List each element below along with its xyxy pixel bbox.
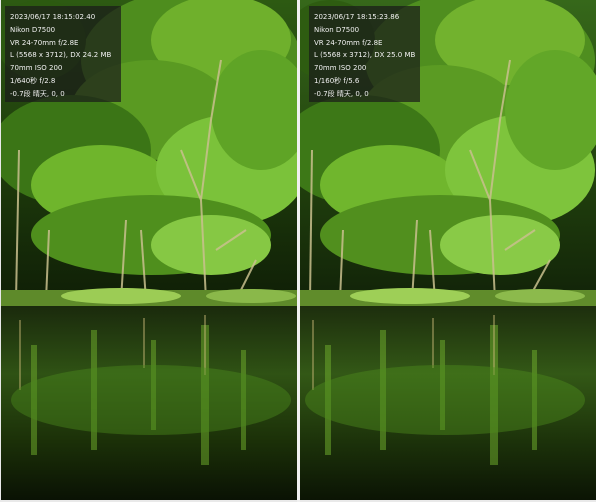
exif-exposure-wb: -0.7段 晴天, 0, 0 <box>10 89 65 98</box>
exif-camera-model: Nikon D7500 <box>10 25 56 34</box>
exif-lens: VR 24-70mm f/2.8E <box>314 38 383 47</box>
exif-focal-iso: 70mm ISO 200 <box>10 64 63 73</box>
exif-image-size: L (5568 x 3712), DX 25.0 MB <box>314 51 416 60</box>
exif-camera-model: Nikon D7500 <box>314 25 360 34</box>
exif-shutter-aperture: 1/160秒 f/5.6 <box>314 76 360 85</box>
exif-info-overlay: 2023/06/17 18:15:02.40 Nikon D7500 VR 24… <box>5 6 121 102</box>
exif-image-size: L (5568 x 3712), DX 24.2 MB <box>10 51 112 60</box>
exif-datetime: 2023/06/17 18:15:23.86 <box>314 13 400 21</box>
photo-viewer-right[interactable]: 2023/06/17 18:15:23.86 Nikon D7500 VR 24… <box>300 0 596 500</box>
exif-datetime: 2023/06/17 18:15:02.40 <box>10 13 96 21</box>
photo-viewer-left[interactable]: 2023/06/17 18:15:02.40 Nikon D7500 VR 24… <box>1 0 297 500</box>
exif-info-overlay: 2023/06/17 18:15:23.86 Nikon D7500 VR 24… <box>309 6 420 102</box>
exif-lens: VR 24-70mm f/2.8E <box>10 38 79 47</box>
exif-exposure-wb: -0.7段 晴天, 0, 0 <box>314 89 369 98</box>
exif-focal-iso: 70mm ISO 200 <box>314 64 367 73</box>
exif-shutter-aperture: 1/640秒 f/2.8 <box>10 76 56 85</box>
